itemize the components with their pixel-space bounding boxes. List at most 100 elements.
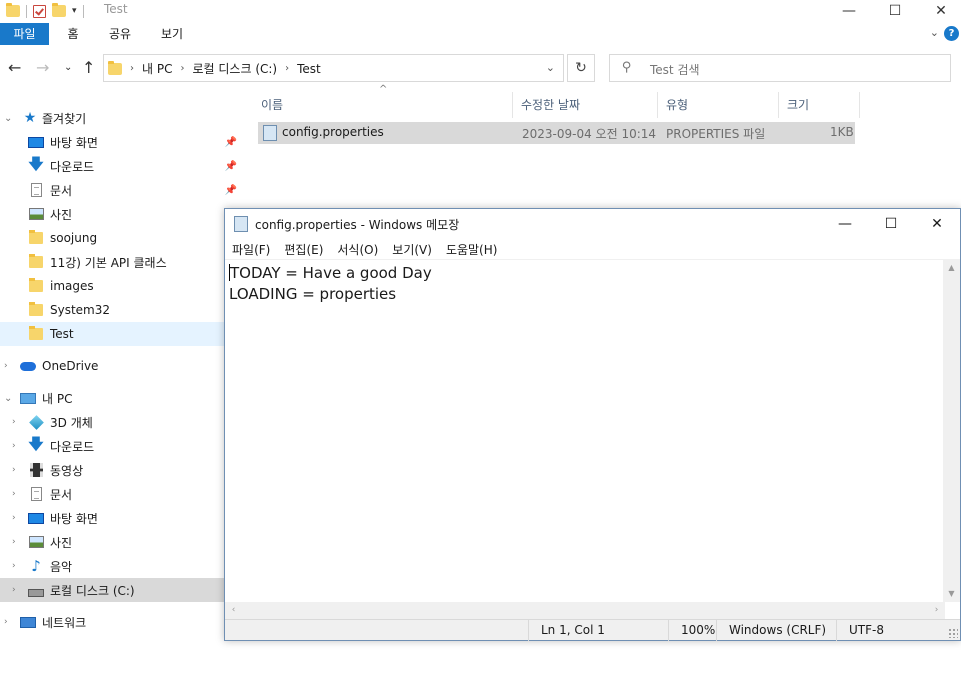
new-folder-icon[interactable] <box>52 3 66 17</box>
tab-view[interactable]: 보기 <box>153 23 191 45</box>
minimize-button[interactable]: — <box>826 0 872 22</box>
search-box[interactable]: ⚲ Test 검색 <box>609 54 951 82</box>
address-bar[interactable]: › 내 PC › 로컬 디스크 (C:) › Test ⌄ <box>103 54 564 82</box>
breadcrumb-separator-icon[interactable]: › <box>130 63 134 74</box>
folder-icon <box>108 60 122 75</box>
expand-chevron-icon[interactable]: › <box>12 513 16 523</box>
breadcrumb-test[interactable]: Test <box>297 62 321 76</box>
scroll-right-arrow-icon[interactable]: › <box>928 602 945 619</box>
table-row[interactable]: config.properties 2023-09-04 오전 10:14 PR… <box>258 122 855 144</box>
notepad-menu-bar: 파일(F) 편집(E) 서식(O) 보기(V) 도움말(H) <box>225 239 960 259</box>
resize-grip-icon[interactable] <box>948 628 958 638</box>
sidebar-item-pc-desktop[interactable]: › 바탕 화면 <box>0 506 243 530</box>
document-icon <box>30 183 42 197</box>
refresh-icon: ↻ <box>575 60 587 76</box>
scroll-down-arrow-icon[interactable]: ▼ <box>943 585 960 602</box>
navigation-bar: ← → ⌄ ↑ › 내 PC › 로컬 디스크 (C:) › Test ⌄ ↻ … <box>0 48 961 88</box>
expand-chevron-icon[interactable]: › <box>4 617 8 627</box>
address-dropdown-icon[interactable]: ⌄ <box>546 61 555 74</box>
breadcrumb-separator-icon[interactable]: › <box>180 63 184 74</box>
collapse-chevron-icon[interactable]: ⌄ <box>4 393 12 404</box>
sidebar-item-system32[interactable]: System32 <box>0 298 243 322</box>
folder-icon <box>29 278 43 292</box>
column-header-type[interactable]: 유형 <box>658 92 779 118</box>
menu-edit[interactable]: 편집(E) <box>277 239 330 259</box>
breadcrumb-this-pc[interactable]: 내 PC <box>142 60 172 77</box>
collapse-chevron-icon[interactable]: ⌄ <box>4 113 12 124</box>
sidebar-item-lesson-11[interactable]: 11강) 기본 API 클래스 <box>0 250 243 274</box>
help-icon[interactable]: ? <box>944 26 959 41</box>
column-header-size[interactable]: 크기 <box>779 92 860 118</box>
desktop-icon <box>28 512 44 524</box>
notepad-maximize-button[interactable]: ☐ <box>868 209 914 239</box>
sidebar-item-pc-pictures[interactable]: › 사진 <box>0 530 243 554</box>
notepad-title-bar[interactable]: config.properties - Windows 메모장 — ☐ ✕ <box>225 209 960 239</box>
expand-chevron-icon[interactable]: › <box>12 465 16 475</box>
expand-chevron-icon[interactable]: › <box>12 489 16 499</box>
sidebar-item-quick-access[interactable]: ⌄ ★ 즐겨찾기 <box>0 106 243 130</box>
sidebar-item-images[interactable]: images <box>0 274 243 298</box>
menu-format[interactable]: 서식(O) <box>330 239 385 259</box>
properties-checkmark-icon[interactable] <box>33 4 46 18</box>
sidebar-item-documents[interactable]: 문서 📌 <box>0 178 243 202</box>
sidebar-item-pictures[interactable]: 사진 <box>0 202 243 226</box>
recent-locations-chevron-icon[interactable]: ⌄ <box>64 62 72 73</box>
video-icon <box>29 463 43 477</box>
expand-chevron-icon[interactable]: › <box>12 561 16 571</box>
expand-chevron-icon[interactable]: › <box>12 441 16 451</box>
sidebar-item-pc-downloads[interactable]: › 🡇 다운로드 <box>0 434 243 458</box>
sidebar-item-test[interactable]: Test <box>0 322 243 346</box>
scroll-up-arrow-icon[interactable]: ▲ <box>943 259 960 276</box>
file-list: ^ 이름 수정한 날짜 유형 크기 config.properties 2023… <box>245 84 961 208</box>
sidebar-item-pc-documents[interactable]: › 문서 <box>0 482 243 506</box>
tab-file[interactable]: 파일 <box>0 23 49 45</box>
expand-chevron-icon[interactable]: › <box>12 585 16 595</box>
close-button[interactable]: ✕ <box>918 0 961 22</box>
menu-file[interactable]: 파일(F) <box>225 239 277 259</box>
sidebar-item-music[interactable]: › ♪ 음악 <box>0 554 243 578</box>
sidebar-item-this-pc[interactable]: ⌄ 내 PC <box>0 386 243 410</box>
sidebar-item-soojung[interactable]: soojung <box>0 226 243 250</box>
notepad-close-button[interactable]: ✕ <box>914 209 960 239</box>
customize-toolbar-dropdown-icon[interactable]: ▾ <box>72 6 77 16</box>
expand-chevron-icon[interactable]: › <box>12 417 16 427</box>
menu-help[interactable]: 도움말(H) <box>439 239 505 259</box>
expand-chevron-icon[interactable]: › <box>12 537 16 547</box>
pin-icon: 📌 <box>224 160 237 172</box>
column-header-name[interactable]: 이름 <box>253 92 513 118</box>
vertical-scrollbar[interactable]: ▲ ▼ <box>943 259 960 602</box>
column-header-modified[interactable]: 수정한 날짜 <box>513 92 658 118</box>
tab-share[interactable]: 공유 <box>101 23 139 45</box>
notepad-text-area[interactable]: TODAY = Have a good Day LOADING = proper… <box>225 259 945 602</box>
refresh-button[interactable]: ↻ <box>567 54 595 82</box>
sidebar-item-videos[interactable]: › 동영상 <box>0 458 243 482</box>
breadcrumb-local-disk[interactable]: 로컬 디스크 (C:) <box>192 60 277 77</box>
breadcrumb-separator-icon[interactable]: › <box>285 63 289 74</box>
sidebar-item-desktop[interactable]: 바탕 화면 📌 <box>0 130 243 154</box>
expand-ribbon-chevron-icon[interactable]: ⌄ <box>930 26 939 39</box>
sidebar-item-label: 즐겨찾기 <box>42 111 87 126</box>
sidebar-item-label: 내 PC <box>42 391 73 406</box>
menu-view[interactable]: 보기(V) <box>385 239 439 259</box>
sidebar-item-onedrive[interactable]: › OneDrive <box>0 354 243 378</box>
navigation-pane: ⌄ ★ 즐겨찾기 바탕 화면 📌 🡇 다운로드 📌 문서 📌 사진 soojun… <box>0 106 243 677</box>
sidebar-item-network[interactable]: › 네트워크 <box>0 610 243 634</box>
tab-home[interactable]: 홈 <box>55 23 91 45</box>
back-arrow-icon[interactable]: ← <box>8 58 21 77</box>
horizontal-scrollbar[interactable]: ‹ › <box>225 602 945 619</box>
expand-chevron-icon[interactable]: › <box>4 361 8 371</box>
sidebar-item-local-disk[interactable]: › 로컬 디스크 (C:) <box>0 578 243 602</box>
sidebar-item-downloads[interactable]: 🡇 다운로드 📌 <box>0 154 243 178</box>
scroll-left-arrow-icon[interactable]: ‹ <box>225 602 242 619</box>
notepad-minimize-button[interactable]: — <box>822 209 868 239</box>
drive-icon <box>28 589 44 597</box>
up-arrow-icon[interactable]: ↑ <box>82 58 95 77</box>
sidebar-item-label: 동영상 <box>50 463 84 478</box>
forward-arrow-icon[interactable]: → <box>36 58 49 77</box>
maximize-button[interactable]: ☐ <box>872 0 918 22</box>
sidebar-item-label: OneDrive <box>42 359 99 373</box>
download-icon: 🡇 <box>28 434 44 453</box>
sidebar-item-label: System32 <box>50 303 111 317</box>
sidebar-item-3d-objects[interactable]: › 3D 개체 <box>0 410 243 434</box>
pin-icon: 📌 <box>224 136 237 148</box>
